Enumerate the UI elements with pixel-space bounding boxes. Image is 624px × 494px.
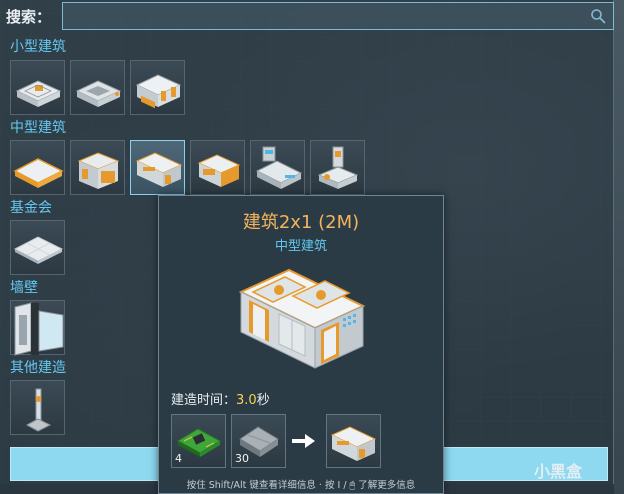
search-icon[interactable] (590, 8, 606, 24)
building-tile-small-1[interactable] (10, 60, 65, 115)
search-input[interactable] (62, 2, 614, 30)
medium-building-icon (317, 146, 359, 189)
building-tile-2x1[interactable] (130, 140, 185, 195)
building-2x1-preview-icon (238, 268, 366, 369)
watermark: 小黑盒 (534, 462, 583, 481)
ingredient-slot[interactable]: 4 (171, 414, 226, 468)
building-tile-medium-1[interactable] (10, 140, 65, 195)
wall-icon (14, 302, 64, 356)
arrow-right-icon (292, 434, 315, 448)
medium-building-icon (77, 152, 120, 189)
building-tile-medium-5[interactable] (250, 140, 305, 195)
build-time-value: 3.0 (236, 393, 257, 408)
result-slot[interactable] (326, 414, 381, 468)
building-tile-small-3[interactable] (130, 60, 185, 115)
category-title-small: 小型建筑 (10, 39, 66, 55)
small-building-icon (15, 80, 62, 107)
tooltip-subtitle: 中型建筑 (274, 239, 327, 254)
category-title-medium: 中型建筑 (10, 120, 66, 136)
building-2x1-icon (135, 152, 183, 187)
building-tile-medium-4[interactable] (190, 140, 245, 195)
ingredient-slot[interactable]: 30 (231, 414, 286, 468)
build-time-unit: 秒 (256, 393, 270, 408)
search-row: 搜索： (0, 0, 614, 32)
category-title-wall: 墙壁 (10, 280, 38, 296)
build-time: 建造时间：3.0秒 (171, 389, 270, 408)
ingredient-quantity: 4 (175, 452, 182, 465)
building-2x1-icon (330, 426, 377, 461)
small-building-icon (135, 74, 182, 109)
category-title-foundation: 基金会 (10, 200, 52, 216)
tooltip-hint: 按住 Shift/Alt 键查看详细信息 · 按 I / 🖱 了解更多信息 (186, 480, 416, 491)
building-tile-medium-6[interactable] (310, 140, 365, 195)
medium-building-icon (255, 146, 303, 189)
game-world-edge (614, 0, 624, 494)
small-building-icon (75, 80, 122, 107)
building-tooltip: 建筑2x1 (2M) 中型建筑 建造时间：3.0秒 4 30 按住 Shift/… (158, 195, 444, 494)
foundation-icon (13, 236, 64, 264)
building-tile-other[interactable] (10, 380, 65, 435)
search-label: 搜索： (6, 7, 52, 26)
category-title-other: 其他建造 (10, 360, 66, 376)
medium-building-icon (13, 158, 64, 188)
medium-building-icon (197, 154, 241, 187)
ingredient-quantity: 30 (235, 452, 249, 465)
building-tile-foundation[interactable] (10, 220, 65, 275)
beacon-icon (25, 388, 52, 432)
building-tile-wall[interactable] (10, 300, 65, 356)
building-tile-medium-2[interactable] (70, 140, 125, 195)
tooltip-title: 建筑2x1 (2M) (242, 212, 360, 233)
build-time-label: 建造时间： (171, 393, 237, 408)
building-tile-small-2[interactable] (70, 60, 125, 115)
